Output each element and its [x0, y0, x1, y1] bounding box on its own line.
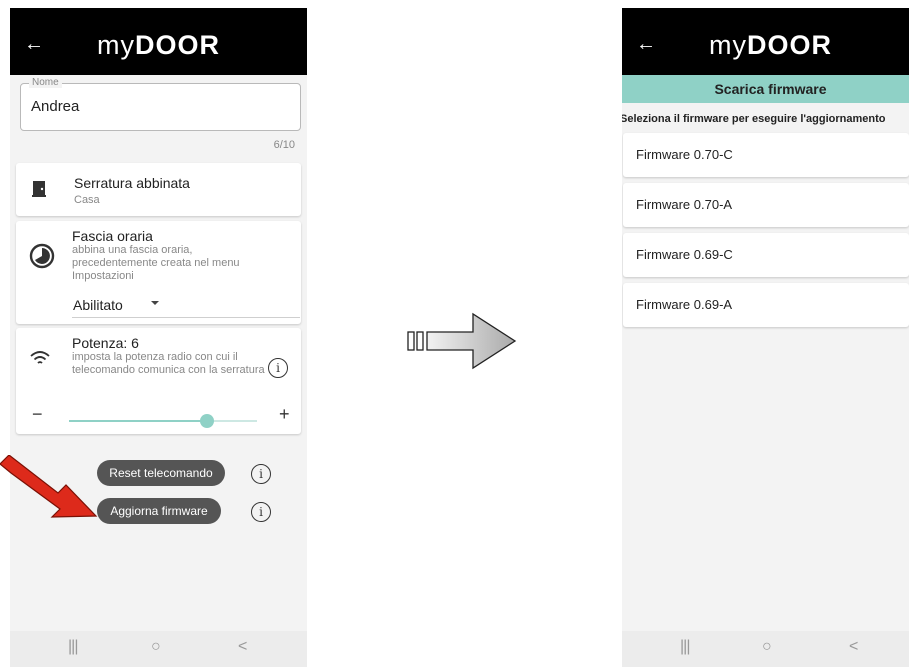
firmware-instruction: Seleziona il firmware per eseguire l'agg…: [622, 113, 886, 125]
name-field-label: Nome: [29, 77, 62, 88]
back-icon[interactable]: <: [849, 638, 858, 656]
power-slider-fill: [69, 420, 207, 422]
paired-lock-title: Serratura abbinata: [74, 175, 190, 191]
phone-screen-firmware: ← myDOOR Scarica firmware Seleziona il f…: [622, 8, 909, 667]
power-minus-button[interactable]: −: [32, 404, 43, 425]
door-icon: [32, 181, 46, 197]
wifi-icon: [30, 351, 50, 364]
app-bar: ← myDOOR: [622, 8, 909, 75]
reset-info-icon[interactable]: i: [251, 464, 271, 484]
system-nav-bar: ||| ○ <: [10, 631, 307, 667]
power-description: imposta la potenza radio con cui il tele…: [72, 351, 265, 376]
firmware-list-item[interactable]: Firmware 0.69-A: [623, 283, 909, 327]
home-icon[interactable]: ○: [151, 638, 161, 656]
timeslot-card: Fascia oraria abbina una fascia oraria, …: [16, 221, 301, 324]
reset-remote-button[interactable]: Reset telecomando: [97, 460, 225, 486]
paired-lock-card[interactable]: Serratura abbinata Casa: [16, 163, 301, 216]
flow-arrow-icon: [407, 312, 517, 370]
power-info-icon[interactable]: i: [268, 358, 288, 378]
app-logo: myDOOR: [97, 30, 220, 60]
clock-icon: [29, 243, 55, 269]
firmware-list-item[interactable]: Firmware 0.70-C: [623, 133, 909, 177]
firmware-list-item-label: Firmware 0.70-A: [636, 197, 733, 212]
firmware-list-item[interactable]: Firmware 0.70-A: [623, 183, 909, 227]
timeslot-select[interactable]: Abilitato: [72, 297, 300, 318]
back-icon[interactable]: <: [238, 638, 247, 656]
power-slider-thumb[interactable]: [199, 414, 214, 428]
firmware-banner: Scarica firmware: [622, 75, 909, 103]
power-plus-button[interactable]: +: [279, 404, 290, 425]
chevron-down-icon: [151, 301, 159, 305]
red-pointer-arrow-icon: [0, 455, 98, 518]
app-logo: myDOOR: [709, 30, 832, 60]
name-field[interactable]: Nome Andrea: [20, 77, 301, 131]
name-field-value: Andrea: [31, 98, 80, 115]
system-nav-bar: ||| ○ <: [622, 631, 909, 667]
update-info-icon[interactable]: i: [251, 502, 271, 522]
power-slider[interactable]: [69, 414, 257, 428]
power-card: Potenza: 6 imposta la potenza radio con …: [16, 328, 301, 434]
phone-screen-settings: ← myDOOR Nome Andrea 6/10 Serratura abbi…: [10, 8, 307, 667]
timeslot-title: Fascia oraria: [72, 228, 153, 244]
update-firmware-button[interactable]: Aggiorna firmware: [97, 498, 221, 524]
firmware-list-item-label: Firmware 0.69-A: [636, 297, 733, 312]
recent-apps-icon[interactable]: |||: [68, 638, 79, 656]
firmware-list-item-label: Firmware 0.70-C: [636, 147, 733, 162]
name-char-counter: 6/10: [273, 139, 295, 151]
home-icon[interactable]: ○: [762, 638, 772, 656]
paired-lock-subtitle: Casa: [74, 194, 100, 206]
firmware-banner-title: Scarica firmware: [714, 81, 827, 97]
firmware-list-item[interactable]: Firmware 0.69-C: [623, 233, 909, 277]
recent-apps-icon[interactable]: |||: [680, 638, 691, 656]
firmware-list-item-label: Firmware 0.69-C: [636, 247, 733, 262]
timeslot-description: abbina una fascia oraria, precedentement…: [72, 244, 240, 282]
timeslot-select-value: Abilitato: [73, 297, 123, 313]
app-bar: ← myDOOR: [10, 8, 307, 75]
power-title: Potenza: 6: [72, 335, 139, 351]
